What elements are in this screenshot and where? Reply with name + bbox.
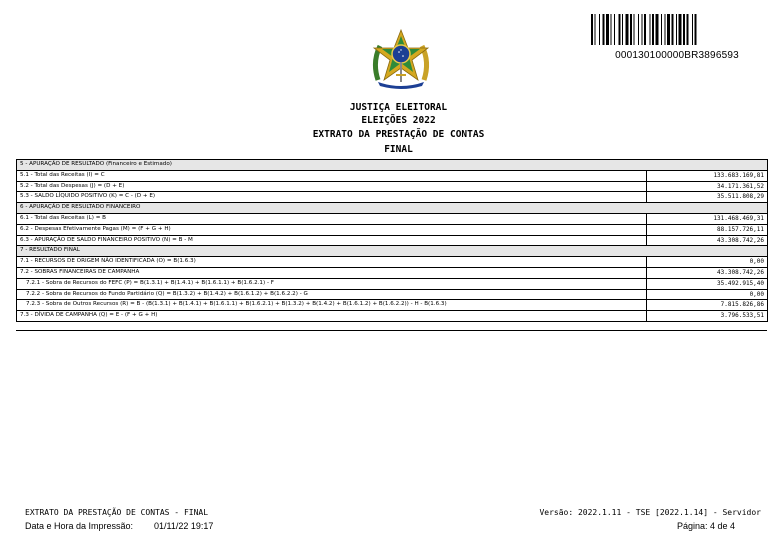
row-label: 5.1 - Total das Receitas (I) = C bbox=[16, 169, 647, 182]
section-title: 5 - APURAÇÃO DE RESULTADO (Financeiro e … bbox=[15, 159, 769, 171]
row-label: 6.1 - Total das Receitas (L) = B bbox=[16, 212, 647, 225]
table-row: 7.1 - RECURSOS DE ORIGEM NÃO IDENTIFICAD… bbox=[16, 256, 769, 268]
row-label: 6.2 - Despesas Efetivamente Pagas (M) = … bbox=[16, 223, 647, 236]
table-bottom-rule bbox=[16, 330, 767, 331]
footer-print-datetime: 01/11/22 19:17 bbox=[154, 521, 214, 531]
table-row: 5.1 - Total das Receitas (I) = C 133.683.… bbox=[16, 169, 769, 182]
table-row: 6.1 - Total das Receitas (L) = B 131.468.… bbox=[16, 212, 769, 225]
row-label: 7.2.3 - Sobra de Outros Recursos (R) = B… bbox=[16, 299, 647, 312]
header-line-2: ELEIÇÕES 2022 bbox=[361, 115, 436, 126]
table-row: 7.2.2 - Sobra de Recursos do Fundo Parti… bbox=[16, 288, 769, 301]
brazil-coat-of-arms-emblem bbox=[372, 28, 430, 89]
row-label: 5.2 - Total das Despesas (J) = (D + E) bbox=[16, 180, 647, 193]
row-value: 3.796.533,51 bbox=[645, 310, 769, 322]
section-title: 7 - RESULTADO FINAL bbox=[15, 245, 769, 258]
row-label: 5.3 - SALDO LÍQUIDO POSITIVO (K) = C - (… bbox=[16, 191, 647, 204]
section-title: 6 - APURAÇÃO DE RESULTADO FINANCEIRO bbox=[15, 202, 769, 214]
row-value: 35.492.915,40 bbox=[645, 277, 769, 290]
table-row: 7.2.3 - Sobra de Outros Recursos (R) = B… bbox=[16, 299, 769, 312]
header-line-1: JUSTIÇA ELEITORAL bbox=[349, 102, 448, 113]
row-value: 88.157.726,11 bbox=[645, 223, 769, 236]
table-row: 7.2 - SOBRAS FINANCEIRAS DE CAMPANHA 43.3… bbox=[16, 266, 769, 279]
row-label: 7.1 - RECURSOS DE ORIGEM NÃO IDENTIFICAD… bbox=[16, 256, 647, 268]
footer-page-number: Página: 4 de 4 bbox=[676, 521, 735, 531]
row-label: 6.3 - APURAÇÃO DE SALDO FINANCEIRO POSIT… bbox=[16, 234, 647, 247]
results-table: 5 - APURAÇÃO DE RESULTADO (Financeiro e … bbox=[15, 159, 769, 322]
section-header-row: 6 - APURAÇÃO DE RESULTADO FINANCEIRO bbox=[15, 202, 769, 214]
table-row: 7.3 - DÍVIDA DE CAMPANHA (Q) = E - (F + … bbox=[16, 310, 769, 322]
row-value: 0,00 bbox=[645, 256, 769, 268]
table-row: 5.3 - SALDO LÍQUIDO POSITIVO (K) = C - (… bbox=[16, 191, 769, 204]
row-label: 7.2.1 - Sobra de Recursos do FEFC (P) = … bbox=[16, 277, 647, 290]
row-value: 43.308.742,26 bbox=[645, 234, 769, 247]
footer-version: Versão: 2022.1.11 - TSE [2022.1.14] - Se… bbox=[539, 508, 761, 517]
header-line-4: FINAL bbox=[384, 144, 413, 155]
table-row: 7.2.1 - Sobra de Recursos do FEFC (P) = … bbox=[16, 277, 769, 290]
row-value: 0,00 bbox=[645, 288, 769, 301]
footer-print-label: Data e Hora da Impressão: bbox=[25, 521, 134, 531]
header-line-3: EXTRATO DA PRESTAÇÃO DE CONTAS bbox=[312, 129, 485, 140]
table-row: 6.2 - Despesas Efetivamente Pagas (M) = … bbox=[16, 223, 769, 236]
row-value: 131.468.469,31 bbox=[645, 212, 769, 225]
row-label: 7.2.2 - Sobra de Recursos do Fundo Parti… bbox=[16, 288, 647, 301]
barcode-number: 000130100000BR3896593 bbox=[615, 50, 739, 61]
table-row: 6.3 - APURAÇÃO DE SALDO FINANCEIRO POSIT… bbox=[16, 234, 769, 247]
row-value: 133.683.169,81 bbox=[645, 169, 769, 182]
row-value: 7.815.826,86 bbox=[645, 299, 769, 312]
row-value: 35.511.808,29 bbox=[645, 191, 769, 204]
row-value: 34.171.361,52 bbox=[645, 180, 769, 193]
section-header-row: 5 - APURAÇÃO DE RESULTADO (Financeiro e … bbox=[15, 159, 769, 171]
table-row: 5.2 - Total das Despesas (J) = (D + E) 34… bbox=[16, 180, 769, 193]
section-header-row: 7 - RESULTADO FINAL bbox=[15, 245, 769, 258]
row-label: 7.2 - SOBRAS FINANCEIRAS DE CAMPANHA bbox=[16, 266, 647, 279]
row-value: 43.308.742,26 bbox=[645, 266, 769, 279]
footer-document-name: EXTRATO DA PRESTAÇÃO DE CONTAS - FINAL bbox=[25, 508, 209, 517]
barcode bbox=[591, 14, 697, 45]
row-label: 7.3 - DÍVIDA DE CAMPANHA (Q) = E - (F + … bbox=[16, 310, 647, 322]
